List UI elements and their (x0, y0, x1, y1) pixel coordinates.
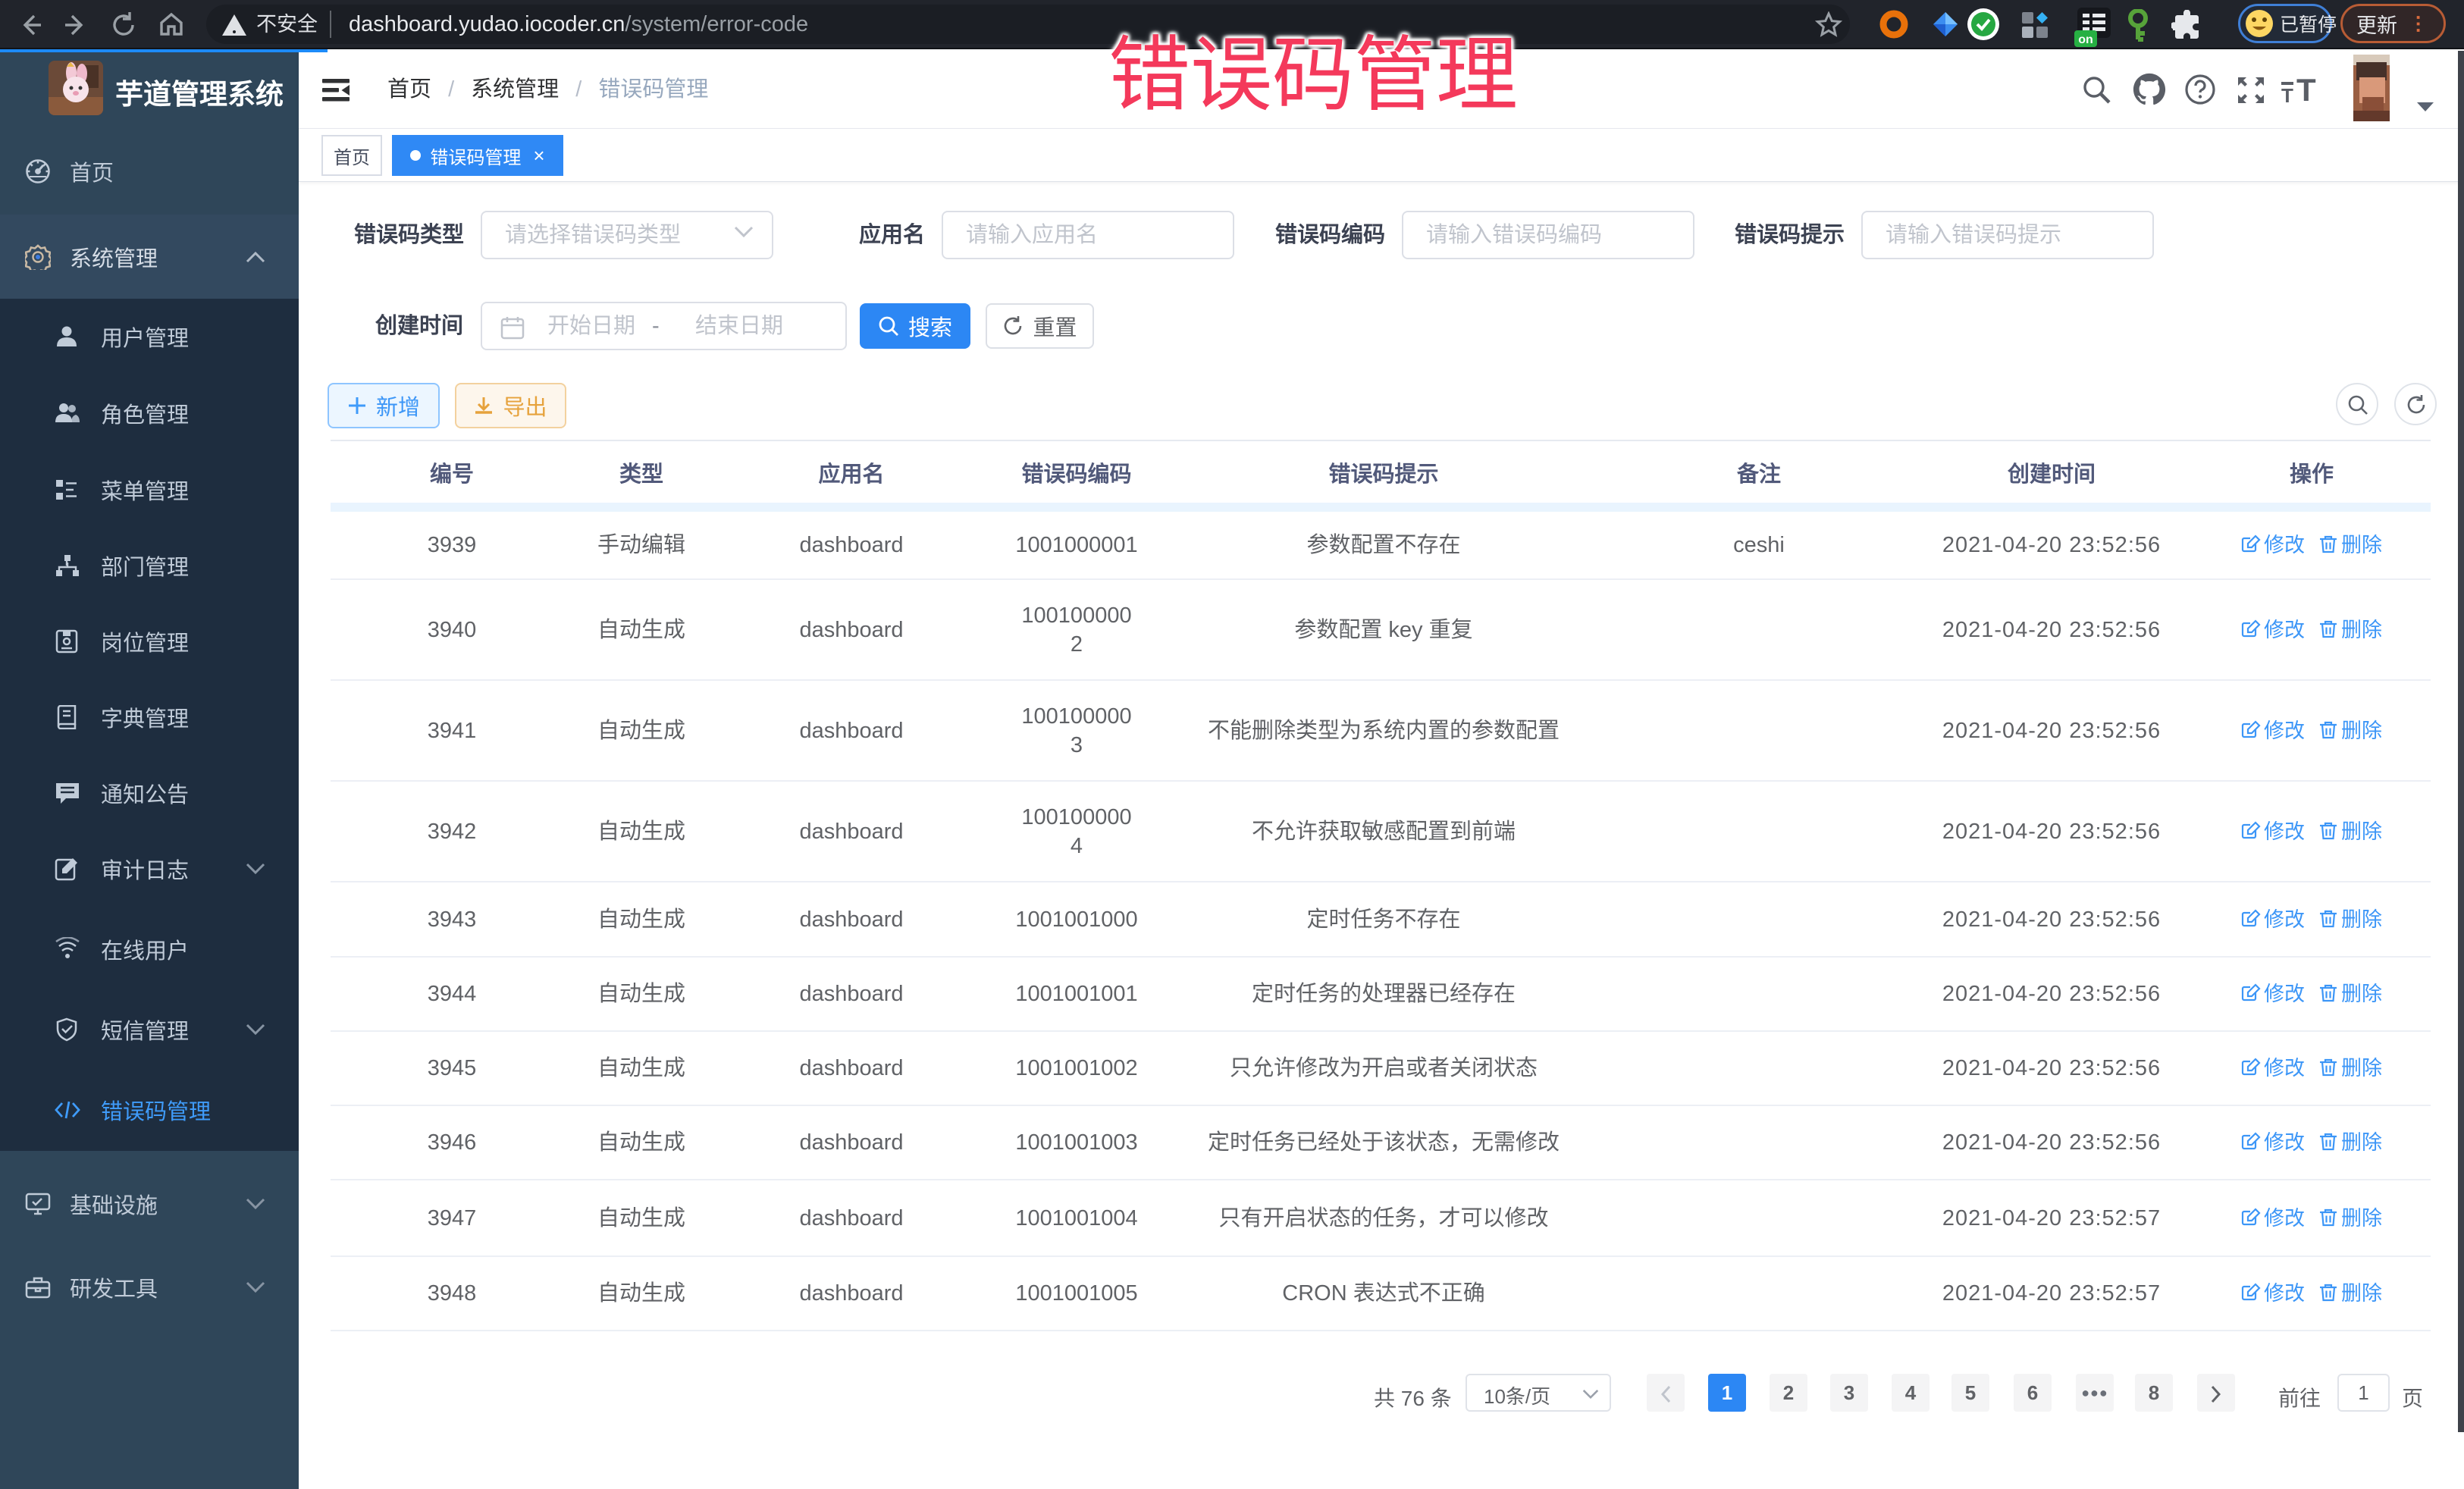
svg-text:on: on (2078, 33, 2093, 46)
